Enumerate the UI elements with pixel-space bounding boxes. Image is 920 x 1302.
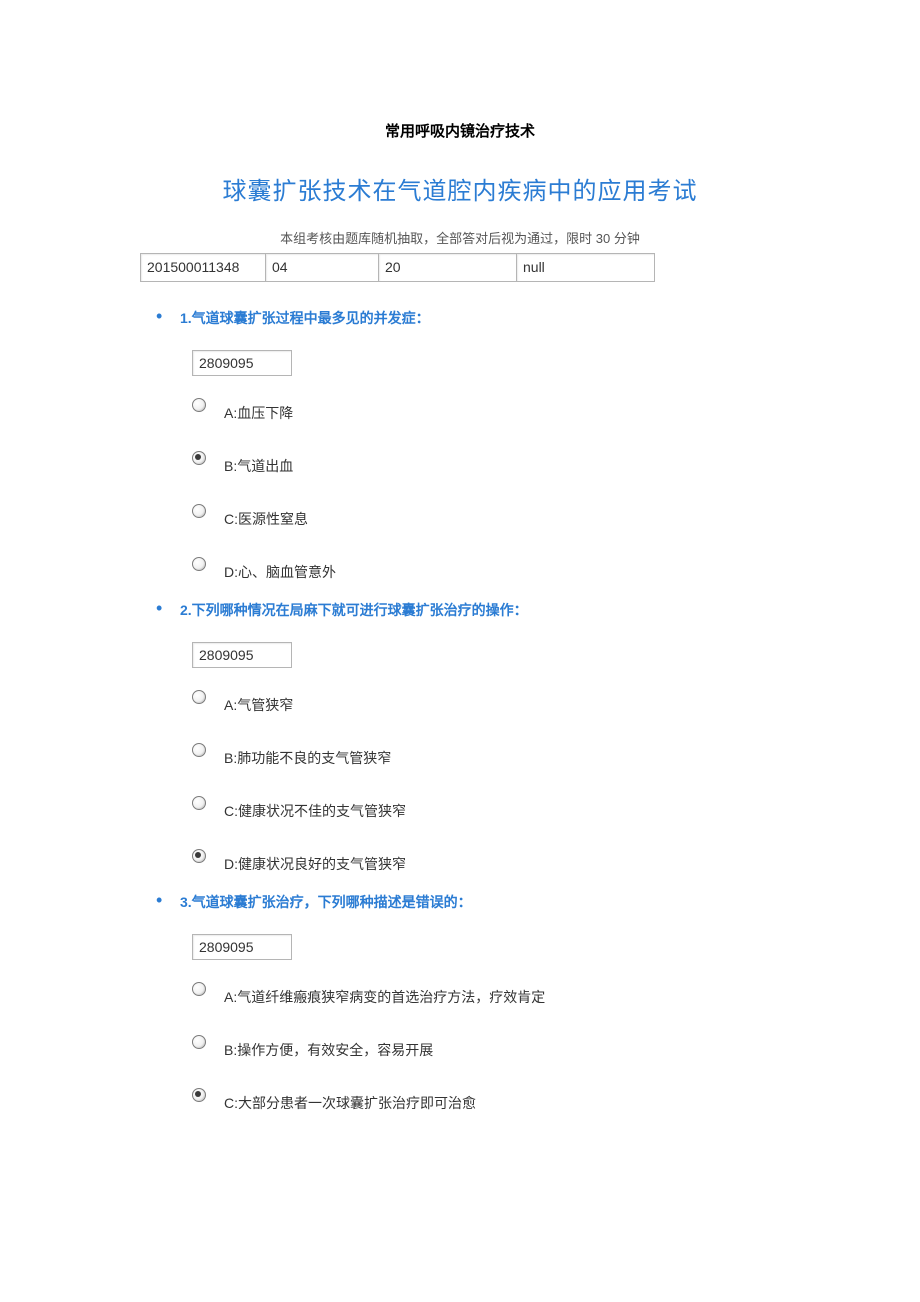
radio-icon[interactable] bbox=[192, 743, 206, 757]
question-2-option-d[interactable]: D:健康状况良好的支气管狭窄 bbox=[192, 847, 780, 874]
option-label: B:肺功能不良的支气管狭窄 bbox=[224, 741, 391, 768]
radio-icon[interactable] bbox=[192, 1035, 206, 1049]
info-field-2[interactable]: 04 bbox=[265, 253, 378, 282]
doc-title: 常用呼吸内镜治疗技术 bbox=[140, 120, 780, 141]
option-label: A:气管狭窄 bbox=[224, 688, 293, 715]
question-1-option-c[interactable]: C:医源性窒息 bbox=[192, 502, 780, 529]
question-3-text: 3.气道球囊扩张治疗，下列哪种描述是错误的： bbox=[180, 892, 780, 912]
question-3-body: 2809095 A:气道纤维瘢痕狭窄病变的首选治疗方法，疗效肯定 B:操作方便，… bbox=[192, 934, 780, 1113]
question-2: 2.下列哪种情况在局麻下就可进行球囊扩张治疗的操作： 2809095 A:气管狭… bbox=[156, 600, 780, 874]
radio-icon[interactable] bbox=[192, 398, 206, 412]
question-2-text: 2.下列哪种情况在局麻下就可进行球囊扩张治疗的操作： bbox=[180, 600, 780, 620]
info-row: 201500011348 04 20 null bbox=[140, 253, 780, 282]
main-title: 球囊扩张技术在气道腔内疾病中的应用考试 bbox=[140, 171, 780, 206]
info-field-4[interactable]: null bbox=[516, 253, 655, 282]
option-label: C:健康状况不佳的支气管狭窄 bbox=[224, 794, 406, 821]
option-label: B:气道出血 bbox=[224, 449, 293, 476]
question-1-option-d[interactable]: D:心、脑血管意外 bbox=[192, 555, 780, 582]
radio-icon[interactable] bbox=[192, 982, 206, 996]
option-label: D:健康状况良好的支气管狭窄 bbox=[224, 847, 406, 874]
question-1-option-a[interactable]: A:血压下降 bbox=[192, 396, 780, 423]
radio-icon[interactable] bbox=[192, 504, 206, 518]
radio-icon[interactable] bbox=[192, 557, 206, 571]
question-3-option-c[interactable]: C:大部分患者一次球囊扩张治疗即可治愈 bbox=[192, 1086, 780, 1113]
question-2-body: 2809095 A:气管狭窄 B:肺功能不良的支气管狭窄 C:健康状况不佳的支气… bbox=[192, 642, 780, 874]
radio-icon[interactable] bbox=[192, 451, 206, 465]
question-3-option-a[interactable]: A:气道纤维瘢痕狭窄病变的首选治疗方法，疗效肯定 bbox=[192, 980, 780, 1007]
option-label: B:操作方便，有效安全，容易开展 bbox=[224, 1033, 433, 1060]
radio-icon[interactable] bbox=[192, 796, 206, 810]
question-list: 1.气道球囊扩张过程中最多见的并发症： 2809095 A:血压下降 B:气道出… bbox=[156, 308, 780, 1113]
question-3: 3.气道球囊扩张治疗，下列哪种描述是错误的： 2809095 A:气道纤维瘢痕狭… bbox=[156, 892, 780, 1113]
question-1-id[interactable]: 2809095 bbox=[192, 350, 292, 376]
question-2-option-b[interactable]: B:肺功能不良的支气管狭窄 bbox=[192, 741, 780, 768]
option-label: A:气道纤维瘢痕狭窄病变的首选治疗方法，疗效肯定 bbox=[224, 980, 545, 1007]
option-label: D:心、脑血管意外 bbox=[224, 555, 336, 582]
question-2-id[interactable]: 2809095 bbox=[192, 642, 292, 668]
question-2-option-a[interactable]: A:气管狭窄 bbox=[192, 688, 780, 715]
option-label: C:医源性窒息 bbox=[224, 502, 308, 529]
question-3-option-b[interactable]: B:操作方便，有效安全，容易开展 bbox=[192, 1033, 780, 1060]
option-label: C:大部分患者一次球囊扩张治疗即可治愈 bbox=[224, 1086, 476, 1113]
radio-icon[interactable] bbox=[192, 849, 206, 863]
question-1-body: 2809095 A:血压下降 B:气道出血 C:医源性窒息 D:心、脑血管意外 bbox=[192, 350, 780, 582]
question-1-text: 1.气道球囊扩张过程中最多见的并发症： bbox=[180, 308, 780, 328]
option-label: A:血压下降 bbox=[224, 396, 293, 423]
subtitle: 本组考核由题库随机抽取，全部答对后视为通过，限时 30 分钟 bbox=[140, 228, 780, 247]
info-field-3[interactable]: 20 bbox=[378, 253, 516, 282]
question-2-option-c[interactable]: C:健康状况不佳的支气管狭窄 bbox=[192, 794, 780, 821]
question-1-option-b[interactable]: B:气道出血 bbox=[192, 449, 780, 476]
question-1: 1.气道球囊扩张过程中最多见的并发症： 2809095 A:血压下降 B:气道出… bbox=[156, 308, 780, 582]
radio-icon[interactable] bbox=[192, 1088, 206, 1102]
info-field-1[interactable]: 201500011348 bbox=[140, 253, 265, 282]
radio-icon[interactable] bbox=[192, 690, 206, 704]
question-3-id[interactable]: 2809095 bbox=[192, 934, 292, 960]
page-root: 常用呼吸内镜治疗技术 球囊扩张技术在气道腔内疾病中的应用考试 本组考核由题库随机… bbox=[0, 0, 920, 1302]
